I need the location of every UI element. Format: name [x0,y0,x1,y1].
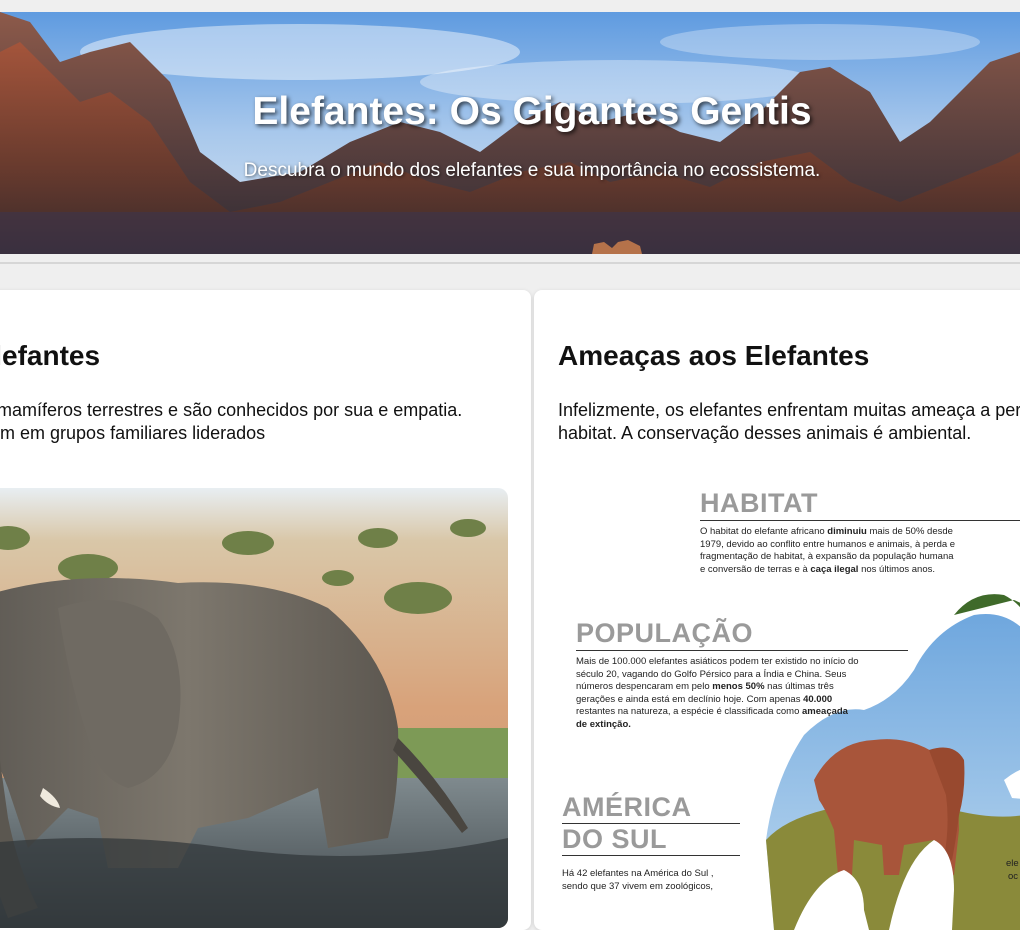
south-america-rule-2 [562,855,740,856]
card-elephants-info: dos Elefantes maiores mamíferos terrestr… [0,290,531,930]
cropped-text-fragment: ele [1006,858,1019,869]
card-title: dos Elefantes [0,340,101,371]
hero-title: Elefantes: Os Gigantes Gentis [252,90,812,133]
infographic-heading-south-america-line2: DO SUL [562,824,668,854]
population-rule [576,650,908,651]
hero-subtitle: Descubra o mundo dos elefantes e sua imp… [243,160,821,181]
hero-banner: Elefantes: Os Gigantes Gentis Descubra o… [0,12,1020,254]
elephant-photo [0,488,508,928]
infographic-heading-population: POPULAÇÃO [576,618,754,648]
population-text: Mais de 100.000 elefantes asiáticos pode… [576,656,859,730]
infographic-heading-habitat: HABITAT [700,488,818,518]
card-body-text: maiores mamíferos terrestres e são conhe… [0,400,463,443]
habitat-rule [700,520,1020,521]
south-america-text: Há 42 elefantes na América do Sul , send… [562,868,714,892]
infographic-heading-south-america-line1: AMÉRICA [562,792,692,822]
habitat-text: O habitat do elefante africano diminuiu … [700,526,956,575]
card-title: Ameaças aos Elefantes [558,340,870,371]
section-divider [0,262,1020,264]
cropped-text-fragment: oc [1008,871,1019,882]
elephant-in-water-image [0,488,508,928]
card-body-text: Infelizmente, os elefantes enfrentam mui… [558,400,1020,443]
threats-infographic: HABITAT O habitat do elefante africano d… [534,480,1020,930]
card-threats: Ameaças aos Elefantes Infelizmente, os e… [534,290,1020,930]
